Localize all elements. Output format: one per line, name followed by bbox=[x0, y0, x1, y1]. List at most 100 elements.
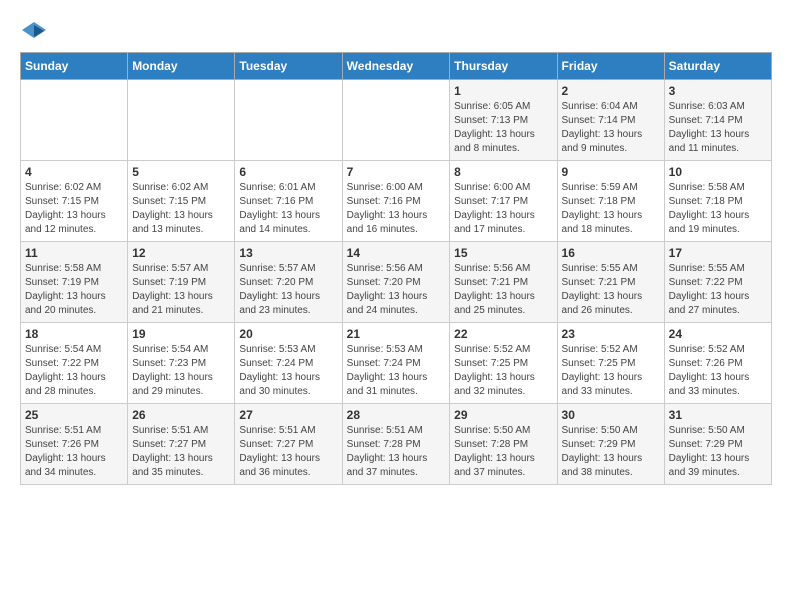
day-info: Sunrise: 5:51 AM Sunset: 7:27 PM Dayligh… bbox=[239, 424, 337, 480]
day-info: Sunrise: 5:52 AM Sunset: 7:26 PM Dayligh… bbox=[669, 343, 767, 399]
calendar-cell: 14 Sunrise: 5:56 AM Sunset: 7:20 PM Dayli… bbox=[342, 242, 450, 323]
calendar-cell: 13 Sunrise: 5:57 AM Sunset: 7:20 PM Dayli… bbox=[235, 242, 342, 323]
day-number: 13 bbox=[239, 246, 337, 260]
calendar-cell: 9 Sunrise: 5:59 AM Sunset: 7:18 PM Daylig… bbox=[557, 161, 664, 242]
calendar-cell: 19Sunrise: 5:54 AM Sunset: 7:23 PM Dayli… bbox=[128, 323, 235, 404]
day-number: 29 bbox=[454, 408, 552, 422]
day-number: 24 bbox=[669, 327, 767, 341]
day-number: 23 bbox=[562, 327, 660, 341]
day-info: Sunrise: 5:50 AM Sunset: 7:28 PM Dayligh… bbox=[454, 424, 552, 480]
calendar-cell: 20 Sunrise: 5:53 AM Sunset: 7:24 PM Dayli… bbox=[235, 323, 342, 404]
calendar-cell: 1 Sunrise: 6:05 AM Sunset: 7:13 PM Daylig… bbox=[450, 80, 557, 161]
day-number: 10 bbox=[669, 165, 767, 179]
day-info: Sunrise: 5:58 AM Sunset: 7:19 PM Dayligh… bbox=[25, 262, 123, 318]
day-info: Sunrise: 5:57 AM Sunset: 7:20 PM Dayligh… bbox=[239, 262, 337, 318]
calendar-cell: 29 Sunrise: 5:50 AM Sunset: 7:28 PM Dayli… bbox=[450, 404, 557, 485]
calendar-cell: 30Sunrise: 5:50 AM Sunset: 7:29 PM Dayli… bbox=[557, 404, 664, 485]
calendar-cell: 15 Sunrise: 5:56 AM Sunset: 7:21 PM Dayli… bbox=[450, 242, 557, 323]
day-info: Sunrise: 5:50 AM Sunset: 7:29 PM Dayligh… bbox=[562, 424, 660, 480]
day-info: Sunrise: 5:55 AM Sunset: 7:21 PM Dayligh… bbox=[562, 262, 660, 318]
day-number: 15 bbox=[454, 246, 552, 260]
day-number: 12 bbox=[132, 246, 230, 260]
calendar-table: SundayMondayTuesdayWednesdayThursdayFrid… bbox=[20, 52, 772, 485]
day-number: 7 bbox=[347, 165, 446, 179]
logo bbox=[20, 20, 52, 42]
day-number: 3 bbox=[669, 84, 767, 98]
calendar-cell: 12Sunrise: 5:57 AM Sunset: 7:19 PM Dayli… bbox=[128, 242, 235, 323]
calendar-cell: 31 Sunrise: 5:50 AM Sunset: 7:29 PM Dayli… bbox=[664, 404, 771, 485]
weekday-header-tuesday: Tuesday bbox=[235, 53, 342, 80]
day-number: 22 bbox=[454, 327, 552, 341]
day-number: 14 bbox=[347, 246, 446, 260]
calendar-cell: 11Sunrise: 5:58 AM Sunset: 7:19 PM Dayli… bbox=[21, 242, 128, 323]
day-info: Sunrise: 6:03 AM Sunset: 7:14 PM Dayligh… bbox=[669, 100, 767, 156]
day-info: Sunrise: 5:51 AM Sunset: 7:28 PM Dayligh… bbox=[347, 424, 446, 480]
day-info: Sunrise: 6:00 AM Sunset: 7:17 PM Dayligh… bbox=[454, 181, 552, 237]
day-info: Sunrise: 6:02 AM Sunset: 7:15 PM Dayligh… bbox=[132, 181, 230, 237]
calendar-cell: 28 Sunrise: 5:51 AM Sunset: 7:28 PM Dayli… bbox=[342, 404, 450, 485]
day-number: 25 bbox=[25, 408, 123, 422]
weekday-header-friday: Friday bbox=[557, 53, 664, 80]
day-number: 28 bbox=[347, 408, 446, 422]
day-info: Sunrise: 5:56 AM Sunset: 7:21 PM Dayligh… bbox=[454, 262, 552, 318]
day-info: Sunrise: 5:58 AM Sunset: 7:18 PM Dayligh… bbox=[669, 181, 767, 237]
day-info: Sunrise: 6:02 AM Sunset: 7:15 PM Dayligh… bbox=[25, 181, 123, 237]
day-number: 26 bbox=[132, 408, 230, 422]
day-number: 9 bbox=[562, 165, 660, 179]
day-number: 27 bbox=[239, 408, 337, 422]
day-info: Sunrise: 6:05 AM Sunset: 7:13 PM Dayligh… bbox=[454, 100, 552, 156]
weekday-header-wednesday: Wednesday bbox=[342, 53, 450, 80]
calendar-cell: 7 Sunrise: 6:00 AM Sunset: 7:16 PM Daylig… bbox=[342, 161, 450, 242]
day-number: 6 bbox=[239, 165, 337, 179]
day-number: 17 bbox=[669, 246, 767, 260]
calendar-cell: 25 Sunrise: 5:51 AM Sunset: 7:26 PM Dayli… bbox=[21, 404, 128, 485]
calendar-cell: 16Sunrise: 5:55 AM Sunset: 7:21 PM Dayli… bbox=[557, 242, 664, 323]
day-number: 21 bbox=[347, 327, 446, 341]
day-number: 20 bbox=[239, 327, 337, 341]
day-info: Sunrise: 5:51 AM Sunset: 7:27 PM Dayligh… bbox=[132, 424, 230, 480]
calendar-cell: 4 Sunrise: 6:02 AM Sunset: 7:15 PM Daylig… bbox=[21, 161, 128, 242]
day-number: 1 bbox=[454, 84, 552, 98]
calendar-cell: 3 Sunrise: 6:03 AM Sunset: 7:14 PM Daylig… bbox=[664, 80, 771, 161]
day-info: Sunrise: 5:59 AM Sunset: 7:18 PM Dayligh… bbox=[562, 181, 660, 237]
day-number: 4 bbox=[25, 165, 123, 179]
calendar-cell: 26 Sunrise: 5:51 AM Sunset: 7:27 PM Dayli… bbox=[128, 404, 235, 485]
calendar-cell bbox=[235, 80, 342, 161]
day-number: 5 bbox=[132, 165, 230, 179]
calendar-cell: 27 Sunrise: 5:51 AM Sunset: 7:27 PM Dayli… bbox=[235, 404, 342, 485]
page-header bbox=[20, 20, 772, 42]
day-number: 2 bbox=[562, 84, 660, 98]
weekday-header-thursday: Thursday bbox=[450, 53, 557, 80]
calendar-cell: 24 Sunrise: 5:52 AM Sunset: 7:26 PM Dayli… bbox=[664, 323, 771, 404]
weekday-header-sunday: Sunday bbox=[21, 53, 128, 80]
day-info: Sunrise: 5:52 AM Sunset: 7:25 PM Dayligh… bbox=[562, 343, 660, 399]
day-info: Sunrise: 5:56 AM Sunset: 7:20 PM Dayligh… bbox=[347, 262, 446, 318]
calendar-cell bbox=[21, 80, 128, 161]
day-info: Sunrise: 5:53 AM Sunset: 7:24 PM Dayligh… bbox=[347, 343, 446, 399]
logo-icon bbox=[20, 20, 48, 42]
calendar-cell: 17 Sunrise: 5:55 AM Sunset: 7:22 PM Dayli… bbox=[664, 242, 771, 323]
day-info: Sunrise: 5:54 AM Sunset: 7:22 PM Dayligh… bbox=[25, 343, 123, 399]
day-info: Sunrise: 5:55 AM Sunset: 7:22 PM Dayligh… bbox=[669, 262, 767, 318]
calendar-cell: 10 Sunrise: 5:58 AM Sunset: 7:18 PM Dayli… bbox=[664, 161, 771, 242]
day-number: 18 bbox=[25, 327, 123, 341]
day-info: Sunrise: 6:01 AM Sunset: 7:16 PM Dayligh… bbox=[239, 181, 337, 237]
day-number: 31 bbox=[669, 408, 767, 422]
weekday-header-monday: Monday bbox=[128, 53, 235, 80]
calendar-cell: 2Sunrise: 6:04 AM Sunset: 7:14 PM Daylig… bbox=[557, 80, 664, 161]
calendar-cell: 18 Sunrise: 5:54 AM Sunset: 7:22 PM Dayli… bbox=[21, 323, 128, 404]
day-number: 8 bbox=[454, 165, 552, 179]
calendar-cell: 5 Sunrise: 6:02 AM Sunset: 7:15 PM Daylig… bbox=[128, 161, 235, 242]
day-info: Sunrise: 5:54 AM Sunset: 7:23 PM Dayligh… bbox=[132, 343, 230, 399]
day-info: Sunrise: 5:50 AM Sunset: 7:29 PM Dayligh… bbox=[669, 424, 767, 480]
day-info: Sunrise: 6:00 AM Sunset: 7:16 PM Dayligh… bbox=[347, 181, 446, 237]
day-info: Sunrise: 5:51 AM Sunset: 7:26 PM Dayligh… bbox=[25, 424, 123, 480]
calendar-cell: 21 Sunrise: 5:53 AM Sunset: 7:24 PM Dayli… bbox=[342, 323, 450, 404]
day-info: Sunrise: 5:52 AM Sunset: 7:25 PM Dayligh… bbox=[454, 343, 552, 399]
day-info: Sunrise: 5:53 AM Sunset: 7:24 PM Dayligh… bbox=[239, 343, 337, 399]
calendar-cell: 23 Sunrise: 5:52 AM Sunset: 7:25 PM Dayli… bbox=[557, 323, 664, 404]
calendar-cell: 22 Sunrise: 5:52 AM Sunset: 7:25 PM Dayli… bbox=[450, 323, 557, 404]
weekday-header-saturday: Saturday bbox=[664, 53, 771, 80]
calendar-cell bbox=[128, 80, 235, 161]
calendar-cell: 8 Sunrise: 6:00 AM Sunset: 7:17 PM Daylig… bbox=[450, 161, 557, 242]
